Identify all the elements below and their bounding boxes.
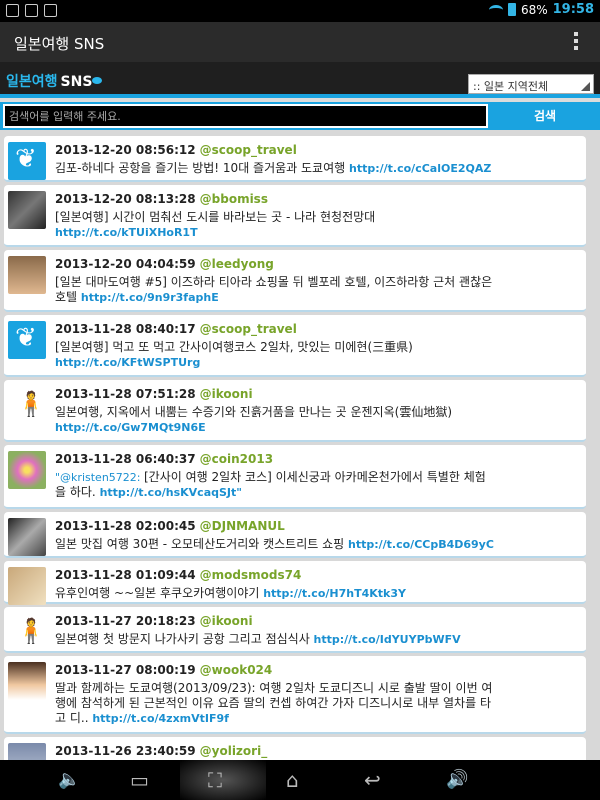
recent-apps-icon[interactable]: ▭ (130, 770, 149, 790)
avatar (8, 613, 46, 651)
logo-main-text: 일본여행 (6, 74, 58, 90)
tweet-link[interactable]: http://t.co/Gw7MQt9N6E (55, 421, 206, 434)
tweet-time: 2013-11-28 08:40:17 (55, 322, 196, 336)
avatar (8, 662, 46, 700)
tweet-text: 일본여행, 지옥에서 내뿜는 수증기와 진흙거품을 만나는 곳 운젠지옥(雲仙地… (55, 405, 453, 419)
status-bar: 68% 19:58 (0, 0, 600, 22)
tweet-user[interactable]: @coin2013 (200, 452, 273, 466)
tweet-text: 유후인여행 ~~일본 후쿠오카여행이야기 (55, 586, 264, 600)
tweet-time: 2013-11-28 07:51:28 (55, 387, 196, 401)
tweet-link[interactable]: http://t.co/kTUiXHoR1T (55, 226, 198, 239)
region-select[interactable]: :: 일본 지역전체 (468, 74, 594, 94)
tweet-user[interactable]: @yolizori_ (200, 744, 268, 758)
avatar (8, 743, 46, 760)
wifi-icon (488, 4, 503, 15)
tweet-link[interactable]: http://t.co/cCalOE2QAZ (349, 162, 491, 175)
tweet-time: 2013-11-28 02:00:45 (55, 519, 196, 533)
app-title: 일본여행 SNS (14, 35, 105, 53)
tweet-feed[interactable]: 2013-12-20 08:56:12 @scoop_travel 김포-하네다 … (0, 130, 600, 760)
tweet-link[interactable]: http://t.co/CCpB4D69yC (348, 538, 494, 551)
avatar (8, 567, 46, 605)
tweet-item[interactable]: 2013-11-28 08:40:17 @scoop_travel [일본여행] … (4, 315, 586, 377)
tweet-item[interactable]: 2013-11-28 06:40:37 @coin2013 "@kristen57… (4, 445, 586, 509)
tweet-item[interactable]: 2013-11-27 08:00:19 @wook024 딸과 함께하는 도쿄여행… (4, 656, 586, 734)
nav-highlight (180, 760, 266, 800)
tweet-time: 2013-11-28 06:40:37 (55, 452, 196, 466)
search-input[interactable] (3, 104, 488, 128)
action-bar: 일본여행 SNS (0, 22, 600, 62)
clock: 19:58 (552, 2, 594, 17)
avatar (8, 386, 46, 424)
tweet-text: [일본여행] 먹고 또 먹고 간사이여행코스 2일차, 맛있는 미에현(三重県) (55, 340, 413, 354)
tweet-user[interactable]: @scoop_travel (200, 322, 297, 336)
back-icon[interactable]: ↩ (364, 770, 381, 790)
tweet-text: 김포-하네다 공항을 즐기는 방법! 10대 즐거움과 도쿄여행 (55, 161, 349, 175)
logo-sns-text: SNS (60, 74, 93, 90)
battery-icon (507, 3, 516, 16)
home-icon[interactable]: ⌂ (286, 770, 299, 790)
overflow-menu-icon[interactable] (574, 32, 578, 50)
tweet-user[interactable]: @modsmods74 (200, 568, 302, 582)
tweet-link[interactable]: http://t.co/4zxmVtIF9f (92, 712, 229, 725)
dropdown-triangle-icon (581, 82, 590, 91)
volume-down-icon[interactable]: 🔈 (58, 771, 80, 789)
tweet-text: 일본 맛집 여행 30편 - 오모테산도거리와 캣스트리트 쇼핑 (55, 537, 348, 551)
gallery-notification-icon (6, 4, 19, 17)
tweet-time: 2013-12-20 04:04:59 (55, 257, 196, 271)
avatar (8, 518, 46, 556)
tweet-time: 2013-12-20 08:56:12 (55, 143, 196, 157)
tweet-text: [일본여행] 시간이 멈춰선 도시를 바라보는 곳 - 나라 현청전망대 (55, 210, 376, 224)
tweet-item[interactable]: 2013-11-28 02:00:45 @DJNMANUL 일본 맛집 여행 30… (4, 512, 586, 558)
avatar (8, 142, 46, 180)
tweet-link[interactable]: http://t.co/IdYUYPbWFV (314, 633, 461, 646)
tweet-time: 2013-11-26 23:40:59 (55, 744, 196, 758)
volume-up-icon[interactable]: 🔊 (446, 771, 468, 789)
shopping-notification-icon (44, 4, 57, 17)
battery-percent: 68% (520, 2, 548, 17)
tweet-user[interactable]: @ikooni (200, 387, 253, 401)
tweet-user[interactable]: @scoop_travel (200, 143, 297, 157)
tweet-link[interactable]: http://t.co/KFtWSPTUrg (55, 356, 200, 369)
tweet-item[interactable]: 2013-11-28 07:51:28 @ikooni 일본여행, 지옥에서 내뿜… (4, 380, 586, 442)
tweet-item[interactable]: 2013-11-27 20:18:23 @ikooni 일본여행 첫 방문지 나가… (4, 607, 586, 653)
tweet-user[interactable]: @bbomiss (200, 192, 268, 206)
tweet-user[interactable]: @DJNMANUL (200, 519, 285, 533)
avatar (8, 451, 46, 489)
tweet-link[interactable]: http://t.co/hsKVcaqSJt" (100, 486, 242, 499)
tweet-item[interactable]: 2013-11-28 01:09:44 @modsmods74 유후인여행 ~~일… (4, 561, 586, 605)
clipboard-notification-icon (25, 4, 38, 17)
tweet-link[interactable]: http://t.co/H7hT4Ktk3Y (263, 587, 406, 600)
app-logo: 일본여행 SNS (6, 71, 102, 91)
tweet-item[interactable]: 2013-11-26 23:40:59 @yolizori_ (4, 737, 586, 760)
tweet-time: 2013-11-28 01:09:44 (55, 568, 196, 582)
tweet-item[interactable]: 2013-12-20 08:13:28 @bbomiss [일본여행] 시간이 멈… (4, 185, 586, 247)
avatar (8, 321, 46, 359)
tweet-link[interactable]: http://t.co/9n9r3faphE (81, 291, 219, 304)
tweet-user[interactable]: @leedyong (200, 257, 274, 271)
avatar (8, 191, 46, 229)
tweet-user[interactable]: @ikooni (200, 614, 253, 628)
tweet-text: 일본여행 첫 방문지 나가사키 공항 그리고 점심식사 (55, 632, 314, 646)
notification-icons (6, 4, 57, 17)
screenshot-icon[interactable]: ⛶ (208, 770, 222, 790)
tweet-item[interactable]: 2013-12-20 08:56:12 @scoop_travel 김포-하네다 … (4, 136, 586, 182)
tweet-mention[interactable]: "@kristen5722: (55, 471, 144, 484)
region-select-value: :: 일본 지역전체 (473, 80, 549, 93)
system-nav-bar: 🔈 ▭ ⛶ ⌂ ↩ 🔊 (0, 760, 600, 800)
tweet-user[interactable]: @wook024 (200, 663, 273, 677)
tweet-time: 2013-11-27 20:18:23 (55, 614, 196, 628)
avatar (8, 256, 46, 294)
search-button[interactable]: 검색 (492, 104, 598, 128)
tweet-item[interactable]: 2013-12-20 04:04:59 @leedyong [일본 대마도여행 #… (4, 250, 586, 312)
tweet-time: 2013-11-27 08:00:19 (55, 663, 196, 677)
chat-bubble-icon (92, 77, 102, 84)
tweet-time: 2013-12-20 08:13:28 (55, 192, 196, 206)
search-bar: 검색 (0, 102, 600, 130)
